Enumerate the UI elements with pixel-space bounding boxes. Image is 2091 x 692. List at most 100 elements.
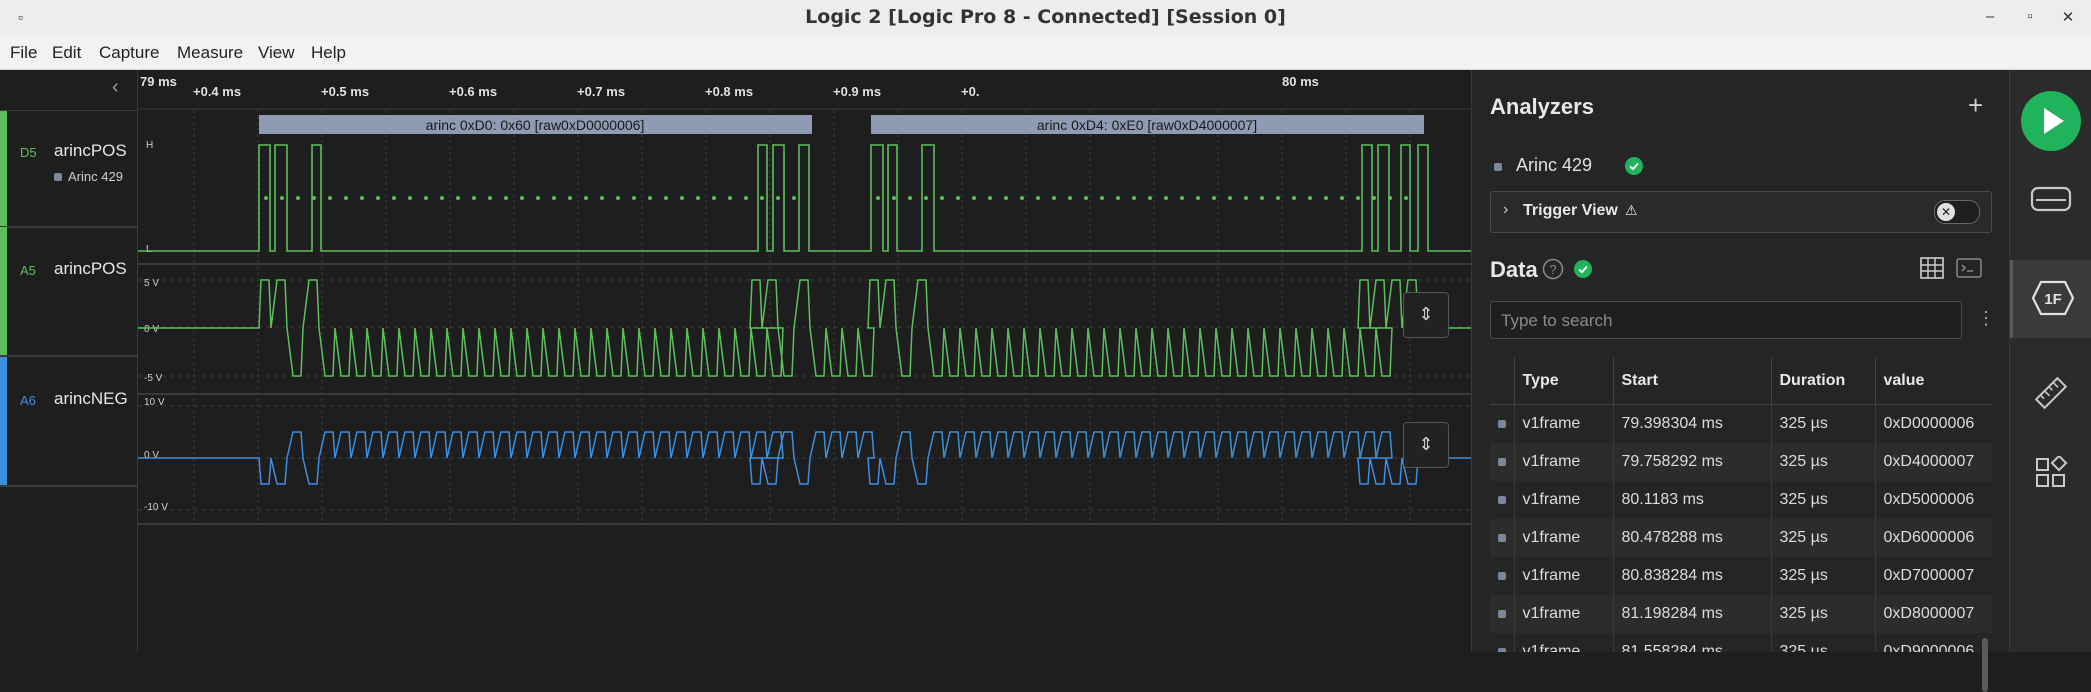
sample-dot xyxy=(1084,196,1088,200)
table-view-icon[interactable] xyxy=(1920,257,1944,279)
sample-dot xyxy=(1388,196,1392,200)
expand-channel-a5-button[interactable]: ⇕ xyxy=(1403,292,1449,338)
analyzer-color-icon xyxy=(1498,534,1506,542)
table-scrollbar[interactable] xyxy=(1982,638,1988,692)
timeline-tick-label: +0.4 ms xyxy=(193,84,241,99)
cell-start: 81.198284 ms xyxy=(1613,595,1772,633)
close-button[interactable]: ✕ xyxy=(2058,8,2078,26)
timeline-left-label: 79 ms xyxy=(140,74,177,89)
col-duration[interactable]: Duration xyxy=(1771,358,1876,405)
maximize-button[interactable]: ▫ xyxy=(2020,8,2040,25)
trigger-toggle[interactable]: ✕ xyxy=(1934,200,1980,224)
menu-bar: File Edit Capture Measure View Help xyxy=(0,36,2091,70)
scale-mid-a5: 0 V xyxy=(144,324,159,335)
menu-measure[interactable]: Measure xyxy=(177,43,243,63)
sample-dot xyxy=(776,196,780,200)
main-area: ‹ D5 arincPOS Arinc 429 A5 arincPOS A6 a… xyxy=(0,70,2091,692)
help-icon[interactable]: ? xyxy=(1542,258,1564,280)
analyzer-tag: Arinc 429 xyxy=(54,169,123,184)
cell-type: v1frame xyxy=(1514,443,1614,481)
timeline-tick-label: +0.8 ms xyxy=(705,84,753,99)
analyzers-panel: Analyzers + Arinc 429 › Trigger View ⚠ ✕… xyxy=(1471,70,2010,692)
table-row[interactable]: v1frame 80.478288 ms 325 µs 0xD6000006 xyxy=(1490,519,1992,557)
expand-channel-a6-button[interactable]: ⇕ xyxy=(1403,422,1449,468)
menu-help[interactable]: Help xyxy=(311,43,346,63)
sample-dot xyxy=(1276,196,1280,200)
play-icon xyxy=(2021,91,2081,151)
analyzer-color-icon xyxy=(1498,610,1506,618)
minimize-button[interactable]: – xyxy=(1980,8,2000,25)
cell-duration: 325 µs xyxy=(1771,443,1876,481)
analyzer-color-icon xyxy=(1494,163,1502,171)
col-value[interactable]: value xyxy=(1875,358,1992,405)
analyzers-tab[interactable]: 1F xyxy=(2010,260,2091,338)
search-input[interactable]: Type to search xyxy=(1490,301,1962,339)
channel-d5[interactable]: D5 arincPOS Arinc 429 xyxy=(0,110,137,228)
menu-edit[interactable]: Edit xyxy=(52,43,81,63)
add-analyzer-button[interactable]: + xyxy=(1968,90,1983,121)
sample-dot xyxy=(1052,196,1056,200)
decode-label-1: arinc 0xD0: 0x60 [raw0xD0000006] xyxy=(426,117,645,133)
decode-label-2: arinc 0xD4: 0xE0 [raw0xD4000007] xyxy=(1037,117,1257,133)
table-row[interactable]: v1frame 81.558284 ms 325 µs 0xD9000006 xyxy=(1490,633,1992,652)
trigger-view-section[interactable]: › Trigger View ⚠ ✕ xyxy=(1490,191,1992,233)
extensions-tab[interactable] xyxy=(2010,440,2091,514)
sample-dot xyxy=(664,196,668,200)
sample-dot xyxy=(408,196,412,200)
terminal-view-icon[interactable] xyxy=(1956,258,1982,278)
channel-name[interactable]: arincPOS xyxy=(54,141,127,161)
col-marker xyxy=(1490,358,1515,405)
sample-dot xyxy=(680,196,684,200)
sample-dot xyxy=(1260,196,1264,200)
digital-waveform-d5 xyxy=(138,144,1471,252)
table-row[interactable]: v1frame 79.758292 ms 325 µs 0xD4000007 xyxy=(1490,443,1992,481)
channel-name[interactable]: arincPOS xyxy=(54,259,127,279)
channel-name[interactable]: arincNEG xyxy=(54,389,128,409)
sample-dot xyxy=(792,196,796,200)
sample-dot xyxy=(392,196,396,200)
menu-file[interactable]: File xyxy=(10,43,37,63)
sample-dot xyxy=(760,196,764,200)
analyzer-color-icon xyxy=(1498,420,1506,428)
table-row[interactable]: v1frame 81.198284 ms 325 µs 0xD8000007 xyxy=(1490,595,1992,633)
cell-type: v1frame xyxy=(1514,404,1614,443)
cell-value: 0xD4000007 xyxy=(1875,443,1992,481)
cell-duration: 325 µs xyxy=(1771,557,1876,595)
analyzer-color-icon xyxy=(1498,458,1506,466)
cell-duration: 325 µs xyxy=(1771,519,1876,557)
sample-dot xyxy=(1148,196,1152,200)
cell-start: 80.1183 ms xyxy=(1613,481,1772,519)
play-button[interactable] xyxy=(2010,90,2091,164)
menu-capture[interactable]: Capture xyxy=(99,43,159,63)
more-options-icon[interactable]: ⋮ xyxy=(1977,308,1995,329)
channel-a5[interactable]: A5 arincPOS xyxy=(0,227,137,357)
measure-tab[interactable] xyxy=(2010,360,2091,434)
sample-dot xyxy=(376,196,380,200)
menu-view[interactable]: View xyxy=(258,43,295,63)
sample-dot xyxy=(1244,196,1248,200)
title-bar: ▫ Logic 2 [Logic Pro 8 - Connected] [Ses… xyxy=(0,0,2091,37)
sample-dot xyxy=(1100,196,1104,200)
low-label: L xyxy=(146,244,152,255)
sample-dot xyxy=(584,196,588,200)
sample-dot xyxy=(744,196,748,200)
channel-color-bar xyxy=(0,111,7,226)
analyzer-1f-icon: 1F xyxy=(2031,280,2074,316)
channel-a6[interactable]: A6 arincNEG xyxy=(0,357,137,487)
table-row[interactable]: v1frame 79.398304 ms 325 µs 0xD0000006 xyxy=(1490,404,1992,443)
table-row[interactable]: v1frame 80.1183 ms 325 µs 0xD5000006 xyxy=(1490,481,1992,519)
scale-bottom-a5: -5 V xyxy=(144,373,163,384)
col-type[interactable]: Type xyxy=(1514,358,1614,405)
warning-icon: ⚠ xyxy=(1625,202,1638,218)
sample-dot xyxy=(440,196,444,200)
sample-dot xyxy=(328,196,332,200)
sample-dot xyxy=(296,196,300,200)
sample-dot xyxy=(908,196,912,200)
device-settings-button[interactable] xyxy=(2010,165,2091,239)
col-start[interactable]: Start xyxy=(1613,358,1772,405)
timeline-right-label: 80 ms xyxy=(1282,74,1319,89)
waveform-view[interactable]: 79 ms 80 ms +0.4 ms +0.5 ms +0.6 ms +0.7 ms… xyxy=(138,70,1471,652)
collapse-panel-icon[interactable]: ‹ xyxy=(112,76,119,99)
table-row[interactable]: v1frame 80.838284 ms 325 µs 0xD7000007 xyxy=(1490,557,1992,595)
timeline-tick-label: +0.6 ms xyxy=(449,84,497,99)
